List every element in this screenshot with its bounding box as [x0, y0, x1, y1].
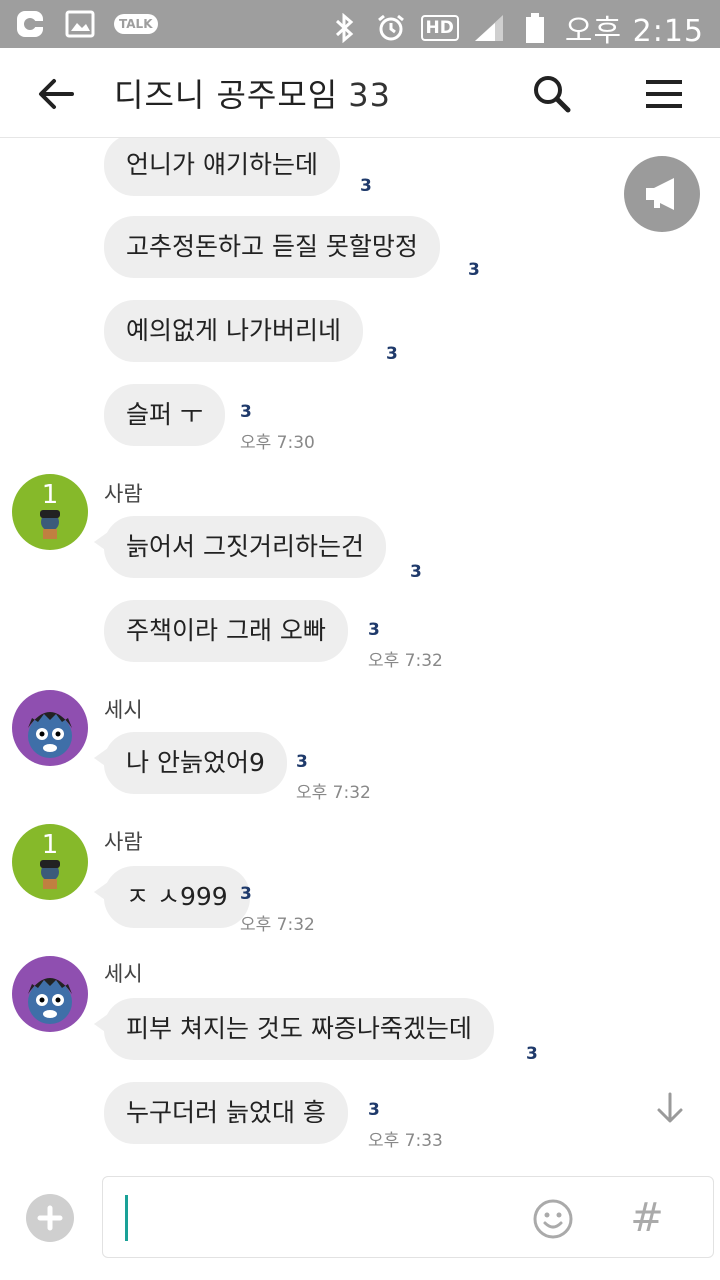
- character-icon: [40, 510, 60, 539]
- search-button[interactable]: [528, 70, 576, 118]
- status-left: TALK: [14, 8, 158, 40]
- search-icon: [534, 76, 571, 113]
- character-icon: [28, 712, 72, 758]
- unread-count: 3: [240, 402, 252, 422]
- hash-button[interactable]: #: [625, 1193, 669, 1243]
- back-arrow-icon: [39, 79, 74, 109]
- message-bubble[interactable]: 나 안늙었어9: [94, 732, 287, 794]
- bluetooth-icon: [329, 12, 361, 44]
- message-time: 오후 7:32: [240, 915, 315, 935]
- message-time: 오후 7:30: [240, 433, 315, 453]
- sender-name: 사람: [104, 830, 143, 854]
- avatar[interactable]: [12, 956, 88, 1032]
- message-time: 오후 7:32: [296, 783, 371, 803]
- talk-icon: TALK: [114, 14, 158, 34]
- sender-name: 세시: [104, 962, 143, 986]
- message-bubble[interactable]: 언니가 얘기하는데: [104, 138, 340, 196]
- menu-icon: [646, 80, 682, 108]
- avatar[interactable]: 1: [12, 474, 88, 550]
- o-icon: [14, 8, 46, 40]
- unread-count: 3: [386, 344, 398, 364]
- unread-count: 3: [240, 884, 252, 904]
- message-bubble[interactable]: 주책이라 그래 오빠: [104, 600, 348, 662]
- avatar[interactable]: [12, 690, 88, 766]
- unread-count: 3: [410, 562, 422, 582]
- plus-icon: [37, 1205, 63, 1231]
- message-bubble[interactable]: ㅈ ㅅ999: [94, 866, 250, 928]
- chat-messages[interactable]: 언니가 얘기하는데 3 고추정돈하고 듣질 못할망정 3 예의없게 나가버리네 …: [0, 138, 720, 1168]
- message-input[interactable]: #: [102, 1176, 714, 1258]
- arrow-down-icon: [657, 1092, 683, 1123]
- character-icon: [40, 860, 60, 889]
- character-icon: [28, 978, 72, 1024]
- attach-button[interactable]: [26, 1194, 74, 1242]
- image-icon: [64, 8, 96, 40]
- megaphone-icon: [646, 178, 674, 210]
- status-bar: TALK HD 오후 2:15: [0, 0, 720, 50]
- unread-count: 3: [526, 1044, 538, 1064]
- message-time: 오후 7:33: [368, 1131, 443, 1151]
- menu-button[interactable]: [640, 70, 688, 118]
- message-time: 오후 7:32: [368, 651, 443, 671]
- text-caret: [125, 1195, 128, 1241]
- unread-count: 3: [296, 752, 308, 772]
- unread-count: 3: [368, 1100, 380, 1120]
- emoji-icon: [533, 1199, 573, 1239]
- notice-button[interactable]: [624, 156, 700, 232]
- chat-room-title: 디즈니 공주모임 33: [114, 70, 391, 116]
- member-count: 33: [348, 76, 391, 114]
- message-bubble[interactable]: 슬퍼 ㅜ: [104, 384, 225, 446]
- back-button[interactable]: [32, 70, 80, 118]
- status-time: 오후 2:15: [564, 14, 704, 49]
- chat-header: 디즈니 공주모임 33: [0, 48, 720, 138]
- emoji-button[interactable]: [531, 1197, 575, 1241]
- status-right: HD 오후 2:15: [329, 6, 704, 50]
- unread-count: 3: [468, 260, 480, 280]
- input-bar: #: [0, 1168, 720, 1280]
- message-bubble[interactable]: 고추정돈하고 듣질 못할망정: [104, 216, 440, 278]
- sender-name: 세시: [104, 698, 143, 722]
- battery-icon: [519, 12, 551, 44]
- alarm-icon: [375, 12, 407, 44]
- hd-icon: HD: [420, 15, 459, 41]
- unread-count: 3: [368, 620, 380, 640]
- scroll-down-button[interactable]: [650, 1088, 690, 1128]
- message-bubble[interactable]: 늙어서 그짓거리하는건: [94, 516, 386, 578]
- avatar[interactable]: 1: [12, 824, 88, 900]
- message-bubble[interactable]: 피부 쳐지는 것도 짜증나죽겠는데: [94, 998, 494, 1060]
- message-bubble[interactable]: 예의없게 나가버리네: [104, 300, 363, 362]
- sender-name: 사람: [104, 482, 143, 506]
- room-name: 디즈니 공주모임: [114, 76, 339, 114]
- message-bubble[interactable]: 누구더러 늙었대 흥: [104, 1082, 348, 1144]
- unread-count: 3: [360, 176, 372, 196]
- signal-icon: [473, 12, 505, 44]
